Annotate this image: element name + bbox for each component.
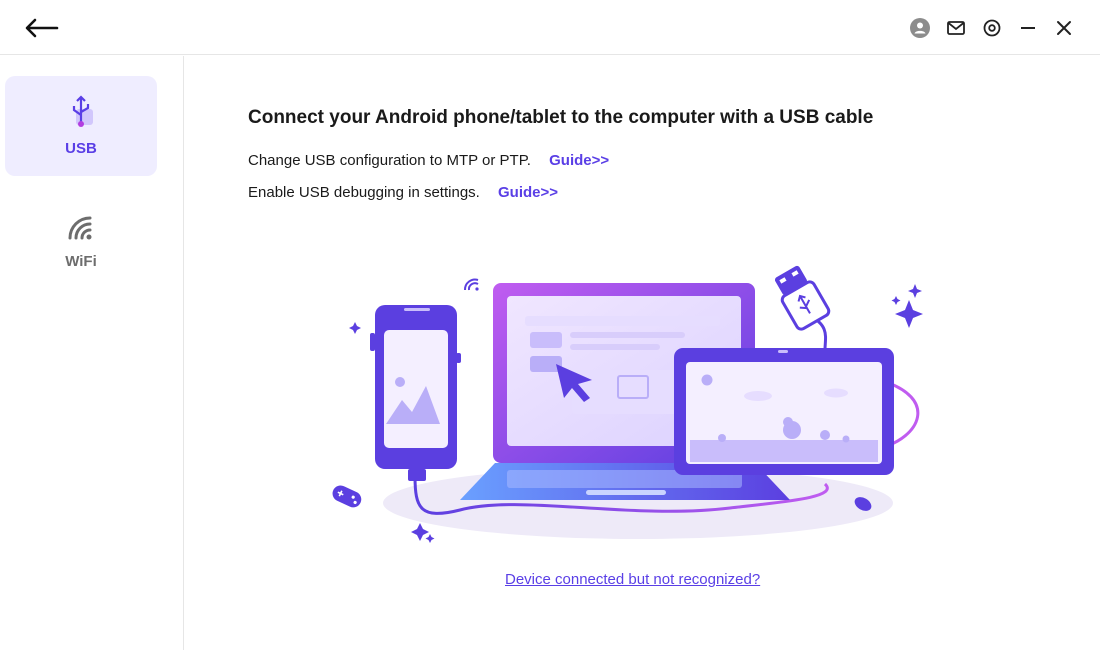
title-bar <box>0 0 1100 55</box>
user-avatar-icon[interactable] <box>906 14 934 42</box>
instruction-step: Enable USB debugging in settings. Guide>… <box>248 184 558 201</box>
settings-icon[interactable] <box>978 14 1006 42</box>
sidebar: USB WiFi <box>0 56 184 650</box>
sidebar-item-usb[interactable]: USB <box>5 76 157 176</box>
page-title: Connect your Android phone/tablet to the… <box>248 107 874 128</box>
instruction-step: Change USB configuration to MTP or PTP. … <box>248 152 609 169</box>
back-arrow-icon[interactable] <box>22 14 60 42</box>
guide-link[interactable]: Guide>> <box>498 184 558 201</box>
device-not-recognized-link[interactable]: Device connected but not recognized? <box>505 571 760 588</box>
close-icon[interactable] <box>1050 14 1078 42</box>
sidebar-item-wifi[interactable]: WiFi <box>5 192 157 292</box>
connection-illustration <box>320 258 940 548</box>
sidebar-item-label: WiFi <box>65 253 97 270</box>
minimize-icon[interactable] <box>1014 14 1042 42</box>
mail-icon[interactable] <box>942 14 970 42</box>
usb-icon <box>67 95 95 134</box>
step-text: Enable USB debugging in settings. <box>248 184 480 201</box>
step-text: Change USB configuration to MTP or PTP. <box>248 152 531 169</box>
sidebar-item-label: USB <box>65 140 97 157</box>
guide-link[interactable]: Guide>> <box>549 152 609 169</box>
wifi-icon <box>66 214 96 247</box>
